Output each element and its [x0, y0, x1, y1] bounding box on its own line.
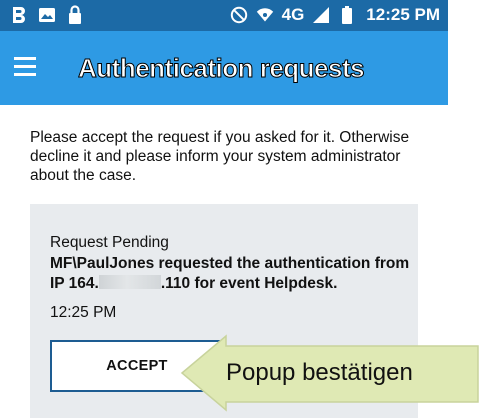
- app-bar: Authentication requests: [0, 31, 448, 105]
- request-message: MF\PaulJones requested the authenticatio…: [50, 254, 418, 294]
- status-bar: 4G 12:25 PM: [0, 0, 448, 31]
- lock-icon: [66, 4, 84, 26]
- request-status: Request Pending: [50, 234, 169, 251]
- network-type-label: 4G: [281, 5, 305, 24]
- request-message-part2: .110 for event Helpdesk.: [160, 275, 338, 292]
- status-clock: 12:25 PM: [366, 5, 440, 24]
- image-icon: [38, 4, 56, 26]
- hamburger-menu-icon[interactable]: [14, 57, 36, 77]
- redacted-ip-block: [98, 275, 161, 289]
- wifi-icon: [256, 4, 274, 26]
- accept-button[interactable]: ACCEPT: [50, 340, 224, 392]
- request-time: 12:25 PM: [50, 304, 117, 321]
- do-not-disturb-icon: [230, 4, 248, 26]
- battery-icon: [338, 4, 356, 26]
- callout-label: Popup bestätigen: [226, 359, 413, 386]
- phone-screen: 4G 12:25 PM Authentication requests Plea…: [0, 0, 448, 418]
- signal-icon: [312, 4, 330, 26]
- page-title: Authentication requests: [77, 53, 365, 84]
- b-notification-icon: [10, 4, 28, 26]
- intro-text: Please accept the request if you asked f…: [30, 129, 410, 184]
